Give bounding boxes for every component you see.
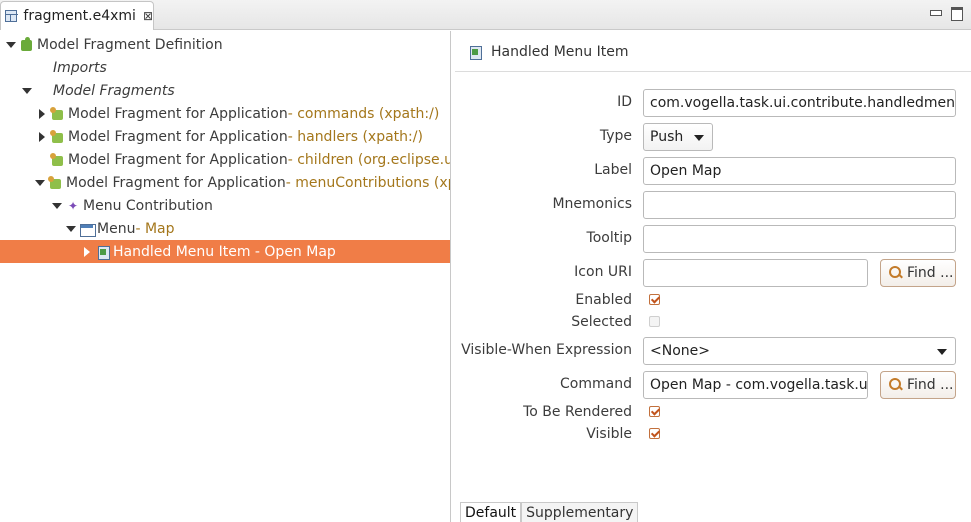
find-command-button[interactable]: Find ... [880, 371, 956, 399]
id-field[interactable]: com.vogella.task.ui.contribute.handledme… [643, 89, 956, 117]
tree-item-fragment-handlers[interactable]: Model Fragment for Application - handler… [0, 125, 450, 148]
type-dropdown[interactable]: Push [643, 123, 713, 151]
editor-tab-title: fragment.e4xmi [23, 8, 136, 24]
expand-arrow-icon[interactable] [21, 85, 33, 97]
to-be-rendered-checkbox[interactable] [649, 406, 660, 417]
model-fragment-icon [50, 129, 66, 145]
model-fragment-icon [48, 175, 64, 191]
tree-item-detail: - menuContributions (xpa [285, 174, 451, 191]
tree-item-model-fragments[interactable]: Model Fragments [0, 79, 450, 102]
tree-item-label: Model Fragment for Application [68, 151, 288, 168]
type-label: Type [599, 128, 632, 144]
details-tabs: Default Supplementary [460, 502, 639, 522]
collapsed-arrow-icon[interactable] [36, 131, 48, 143]
tree-item-fragment-menucontributions[interactable]: Model Fragment for Application - menuCon… [0, 171, 451, 194]
minimize-icon[interactable] [929, 6, 942, 19]
id-label: ID [617, 94, 632, 110]
tree-item-detail: - handlers (xpath:/) [287, 128, 423, 145]
tree-item-label: Model Fragment for Application [68, 128, 288, 145]
visible-when-value: <None> [650, 343, 710, 359]
details-panel: Handled Menu Item ID com.vogella.task.ui… [455, 31, 971, 522]
tree-item-label: Model Fragment for Application [66, 174, 286, 191]
to-be-rendered-label: To Be Rendered [523, 404, 632, 420]
collapsed-arrow-icon[interactable] [81, 246, 93, 258]
model-tree: Model Fragment Definition Imports Model … [0, 31, 451, 522]
handled-menu-item-icon [467, 44, 483, 60]
tree-item-detail: - Map [135, 220, 175, 237]
tree-item-fragment-children[interactable]: Model Fragment for Application - childre… [0, 148, 451, 171]
enabled-checkbox[interactable] [649, 294, 660, 305]
find-button-label: Find ... [907, 265, 954, 281]
divider [455, 71, 971, 72]
type-dropdown-value: Push [650, 129, 684, 145]
enabled-label: Enabled [575, 292, 632, 308]
visible-when-dropdown[interactable]: <None> [643, 337, 956, 365]
icon-uri-label: Icon URI [574, 264, 632, 280]
handled-menu-item-icon [95, 244, 111, 260]
model-fragment-icon [50, 106, 66, 122]
editor-tab-fragment[interactable]: fragment.e4xmi ⊠ [0, 1, 154, 30]
tree-item-detail: - commands (xpath:/) [287, 105, 440, 122]
menu-icon [79, 221, 96, 237]
tree-item-detail: - children (org.eclipse.ui. [287, 151, 451, 168]
icon-uri-field[interactable] [643, 259, 868, 287]
visible-when-label: Visible-When Expression [461, 342, 632, 358]
tab-default[interactable]: Default [460, 502, 522, 522]
tree-item-label: Model Fragment for Application [68, 105, 288, 122]
search-icon [889, 378, 903, 392]
selected-checkbox[interactable] [649, 316, 660, 327]
tree-item-label: Model Fragments [53, 82, 175, 99]
tooltip-label: Tooltip [586, 230, 632, 246]
tree-item-label: Menu Contribution [83, 197, 213, 214]
find-button-label: Find ... [907, 377, 954, 393]
model-fragment-icon [50, 152, 66, 168]
expand-arrow-icon[interactable] [5, 39, 17, 51]
command-field[interactable]: Open Map - com.vogella.task.ui. [643, 371, 868, 399]
tree-item-model-fragment-definition[interactable]: Model Fragment Definition [0, 33, 450, 56]
tab-supplementary[interactable]: Supplementary [521, 502, 639, 522]
command-label: Command [560, 376, 632, 392]
tooltip-field[interactable] [643, 225, 956, 253]
menu-contribution-icon: ✦ [67, 198, 79, 213]
label-field[interactable]: Open Map [643, 157, 956, 185]
selected-label: Selected [571, 314, 632, 330]
close-icon[interactable]: ⊠ [143, 9, 153, 23]
tree-item-menu-contribution[interactable]: ✦ Menu Contribution [0, 194, 450, 217]
expand-arrow-icon[interactable] [65, 223, 77, 235]
tree-item-label: Handled Menu Item - Open Map [113, 243, 336, 260]
tree-item-handled-menu-item[interactable]: Handled Menu Item - Open Map [0, 240, 450, 263]
find-icon-button[interactable]: Find ... [880, 259, 956, 287]
tree-item-imports[interactable]: Imports [0, 56, 450, 79]
tree-item-fragment-commands[interactable]: Model Fragment for Application - command… [0, 102, 450, 125]
dropdown-arrow-icon [937, 349, 947, 355]
visible-label: Visible [586, 426, 632, 442]
mnemonics-label: Mnemonics [552, 196, 632, 212]
tree-item-label: Menu [97, 220, 136, 237]
details-header: Handled Menu Item [467, 44, 628, 60]
visible-checkbox[interactable] [649, 428, 660, 439]
tree-item-label: Imports [53, 59, 107, 76]
tree-item-label: Model Fragment Definition [37, 36, 223, 53]
editor-tab-bar: fragment.e4xmi ⊠ [0, 0, 971, 30]
mnemonics-field[interactable] [643, 191, 956, 219]
label-label: Label [594, 162, 632, 178]
window-controls [929, 6, 963, 21]
fragment-puzzle-icon [19, 36, 35, 53]
search-icon [889, 266, 903, 280]
collapsed-arrow-icon[interactable] [36, 108, 48, 120]
dropdown-arrow-icon [694, 135, 704, 141]
expand-arrow-icon[interactable] [34, 177, 46, 189]
maximize-icon[interactable] [950, 6, 963, 21]
model-editor-icon [5, 10, 19, 22]
tree-item-menu-map[interactable]: Menu - Map [0, 217, 450, 240]
expand-arrow-icon[interactable] [51, 200, 63, 212]
details-title: Handled Menu Item [491, 44, 629, 60]
